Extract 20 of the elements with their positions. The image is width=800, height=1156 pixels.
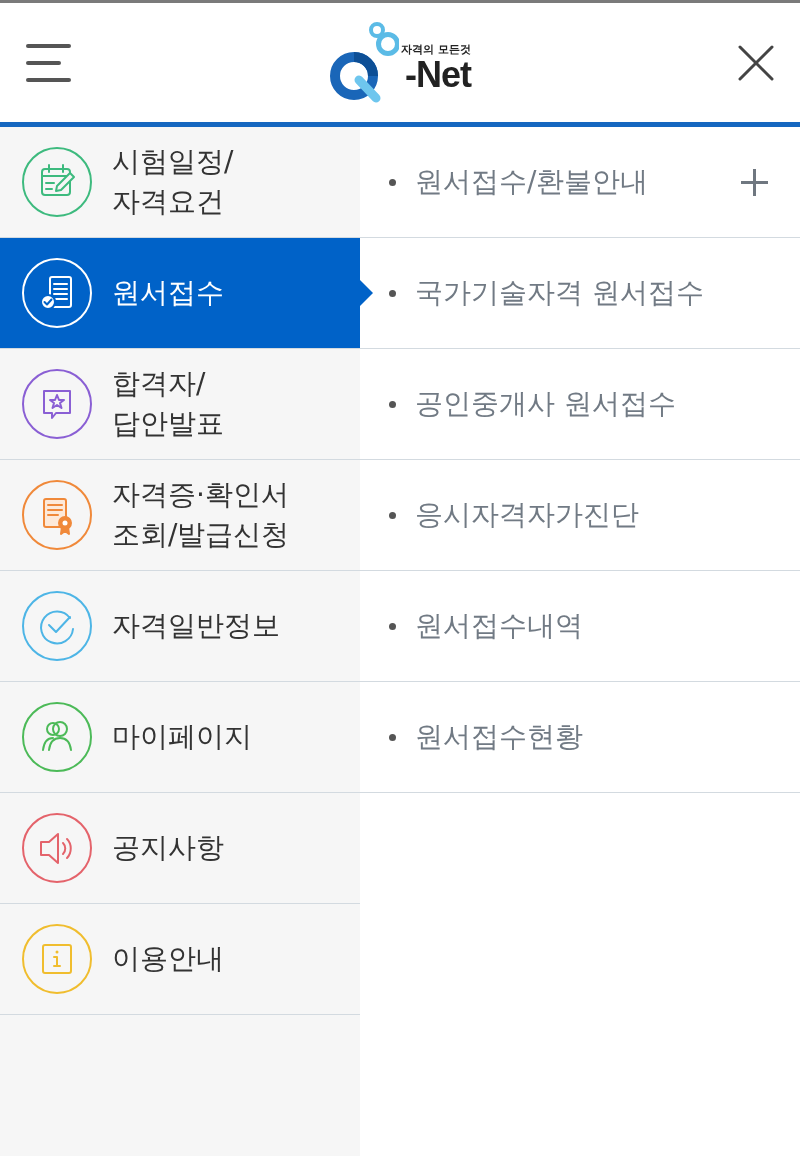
pointer-arrow-icon [360, 280, 373, 306]
bullet-icon [389, 289, 396, 297]
star-speech-bubble-icon [22, 369, 92, 439]
document-check-icon [22, 258, 92, 328]
bullet-icon [389, 622, 396, 630]
bullet-icon [389, 733, 396, 741]
bullet-icon [389, 178, 396, 186]
circle-check-icon [22, 591, 92, 661]
bullet-icon [389, 511, 396, 519]
certificate-icon [22, 480, 92, 550]
info-icon [22, 924, 92, 994]
people-icon [22, 702, 92, 772]
category-menu-item[interactable]: 원서접수 [0, 238, 360, 349]
calendar-pencil-icon [22, 147, 92, 217]
logo-tagline: 자격의 모든것 [401, 43, 471, 55]
speaker-icon [22, 813, 92, 883]
close-icon [738, 44, 774, 81]
menu-icon [26, 43, 71, 82]
bullet-icon [389, 400, 396, 408]
logo-wordmark: -Net [404, 56, 471, 93]
